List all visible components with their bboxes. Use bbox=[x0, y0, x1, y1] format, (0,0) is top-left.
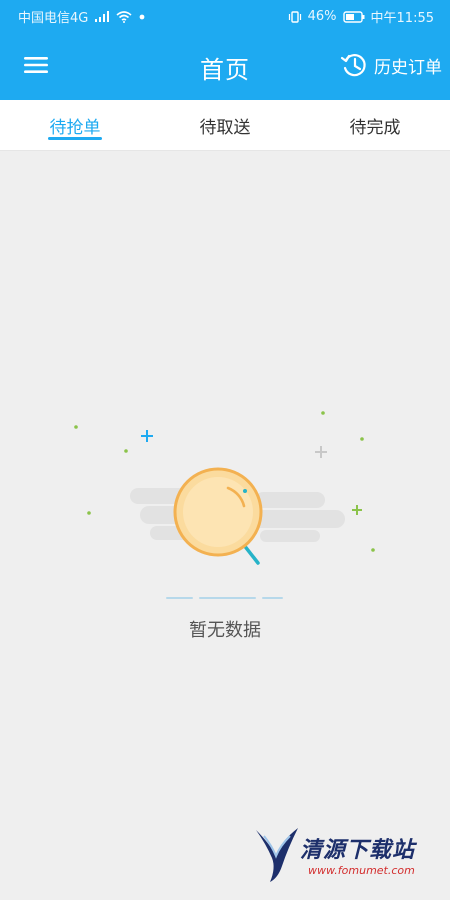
history-orders-label: 历史订单 bbox=[374, 57, 442, 78]
status-bar: 中国电信4G 46% 中午11:55 bbox=[0, 0, 450, 30]
app-screen: 中国电信4G 46% 中午11:55 首页 历史订单 待抢单 待取送 待完成 暂… bbox=[0, 0, 450, 900]
status-left: 中国电信4G bbox=[18, 7, 146, 26]
hamburger-menu-icon bbox=[24, 57, 48, 73]
tab-pending-pickup[interactable]: 待取送 bbox=[150, 100, 300, 150]
signal-icon bbox=[95, 10, 110, 22]
watermark-bird-icon bbox=[256, 828, 298, 882]
carrier-label: 中国电信4G bbox=[18, 11, 89, 26]
plus-sparkle-green bbox=[352, 505, 362, 515]
active-tab-indicator bbox=[48, 137, 102, 140]
empty-state-message: 暂无数据 bbox=[189, 620, 261, 641]
vibrate-icon bbox=[288, 10, 301, 23]
tab-label: 待抢单 bbox=[49, 117, 101, 138]
magnifier-empty-icon bbox=[173, 467, 263, 565]
battery-percent: 46% bbox=[307, 9, 337, 24]
status-time: 中午11:55 bbox=[370, 11, 434, 26]
history-clock-icon bbox=[340, 54, 366, 77]
history-orders-button[interactable]: 历史订单 bbox=[340, 49, 442, 81]
status-right: 46% 中午11:55 bbox=[288, 7, 434, 26]
app-header: 首页 历史订单 bbox=[0, 30, 450, 100]
plus-sparkle-blue bbox=[141, 430, 153, 442]
watermark-logo: 清源下载站 www.fomumet.com bbox=[250, 822, 430, 890]
top-bar: 中国电信4G 46% 中午11:55 首页 历史订单 bbox=[0, 0, 450, 100]
empty-state-illustration bbox=[74, 411, 375, 599]
plus-sparkle-gray bbox=[315, 446, 327, 458]
menu-button[interactable] bbox=[16, 48, 56, 82]
tab-pending-grab[interactable]: 待抢单 bbox=[0, 100, 150, 150]
watermark-url: www.fomumet.com bbox=[308, 864, 415, 877]
tab-bar: 待抢单 待取送 待完成 bbox=[0, 100, 450, 151]
tab-pending-complete[interactable]: 待完成 bbox=[300, 100, 450, 150]
watermark-text: 清源下载站 bbox=[300, 838, 416, 863]
battery-icon bbox=[342, 10, 365, 23]
wifi-icon bbox=[116, 10, 132, 23]
location-dot-icon bbox=[139, 14, 145, 19]
tab-label: 待取送 bbox=[199, 117, 251, 138]
tab-label: 待完成 bbox=[349, 117, 401, 138]
